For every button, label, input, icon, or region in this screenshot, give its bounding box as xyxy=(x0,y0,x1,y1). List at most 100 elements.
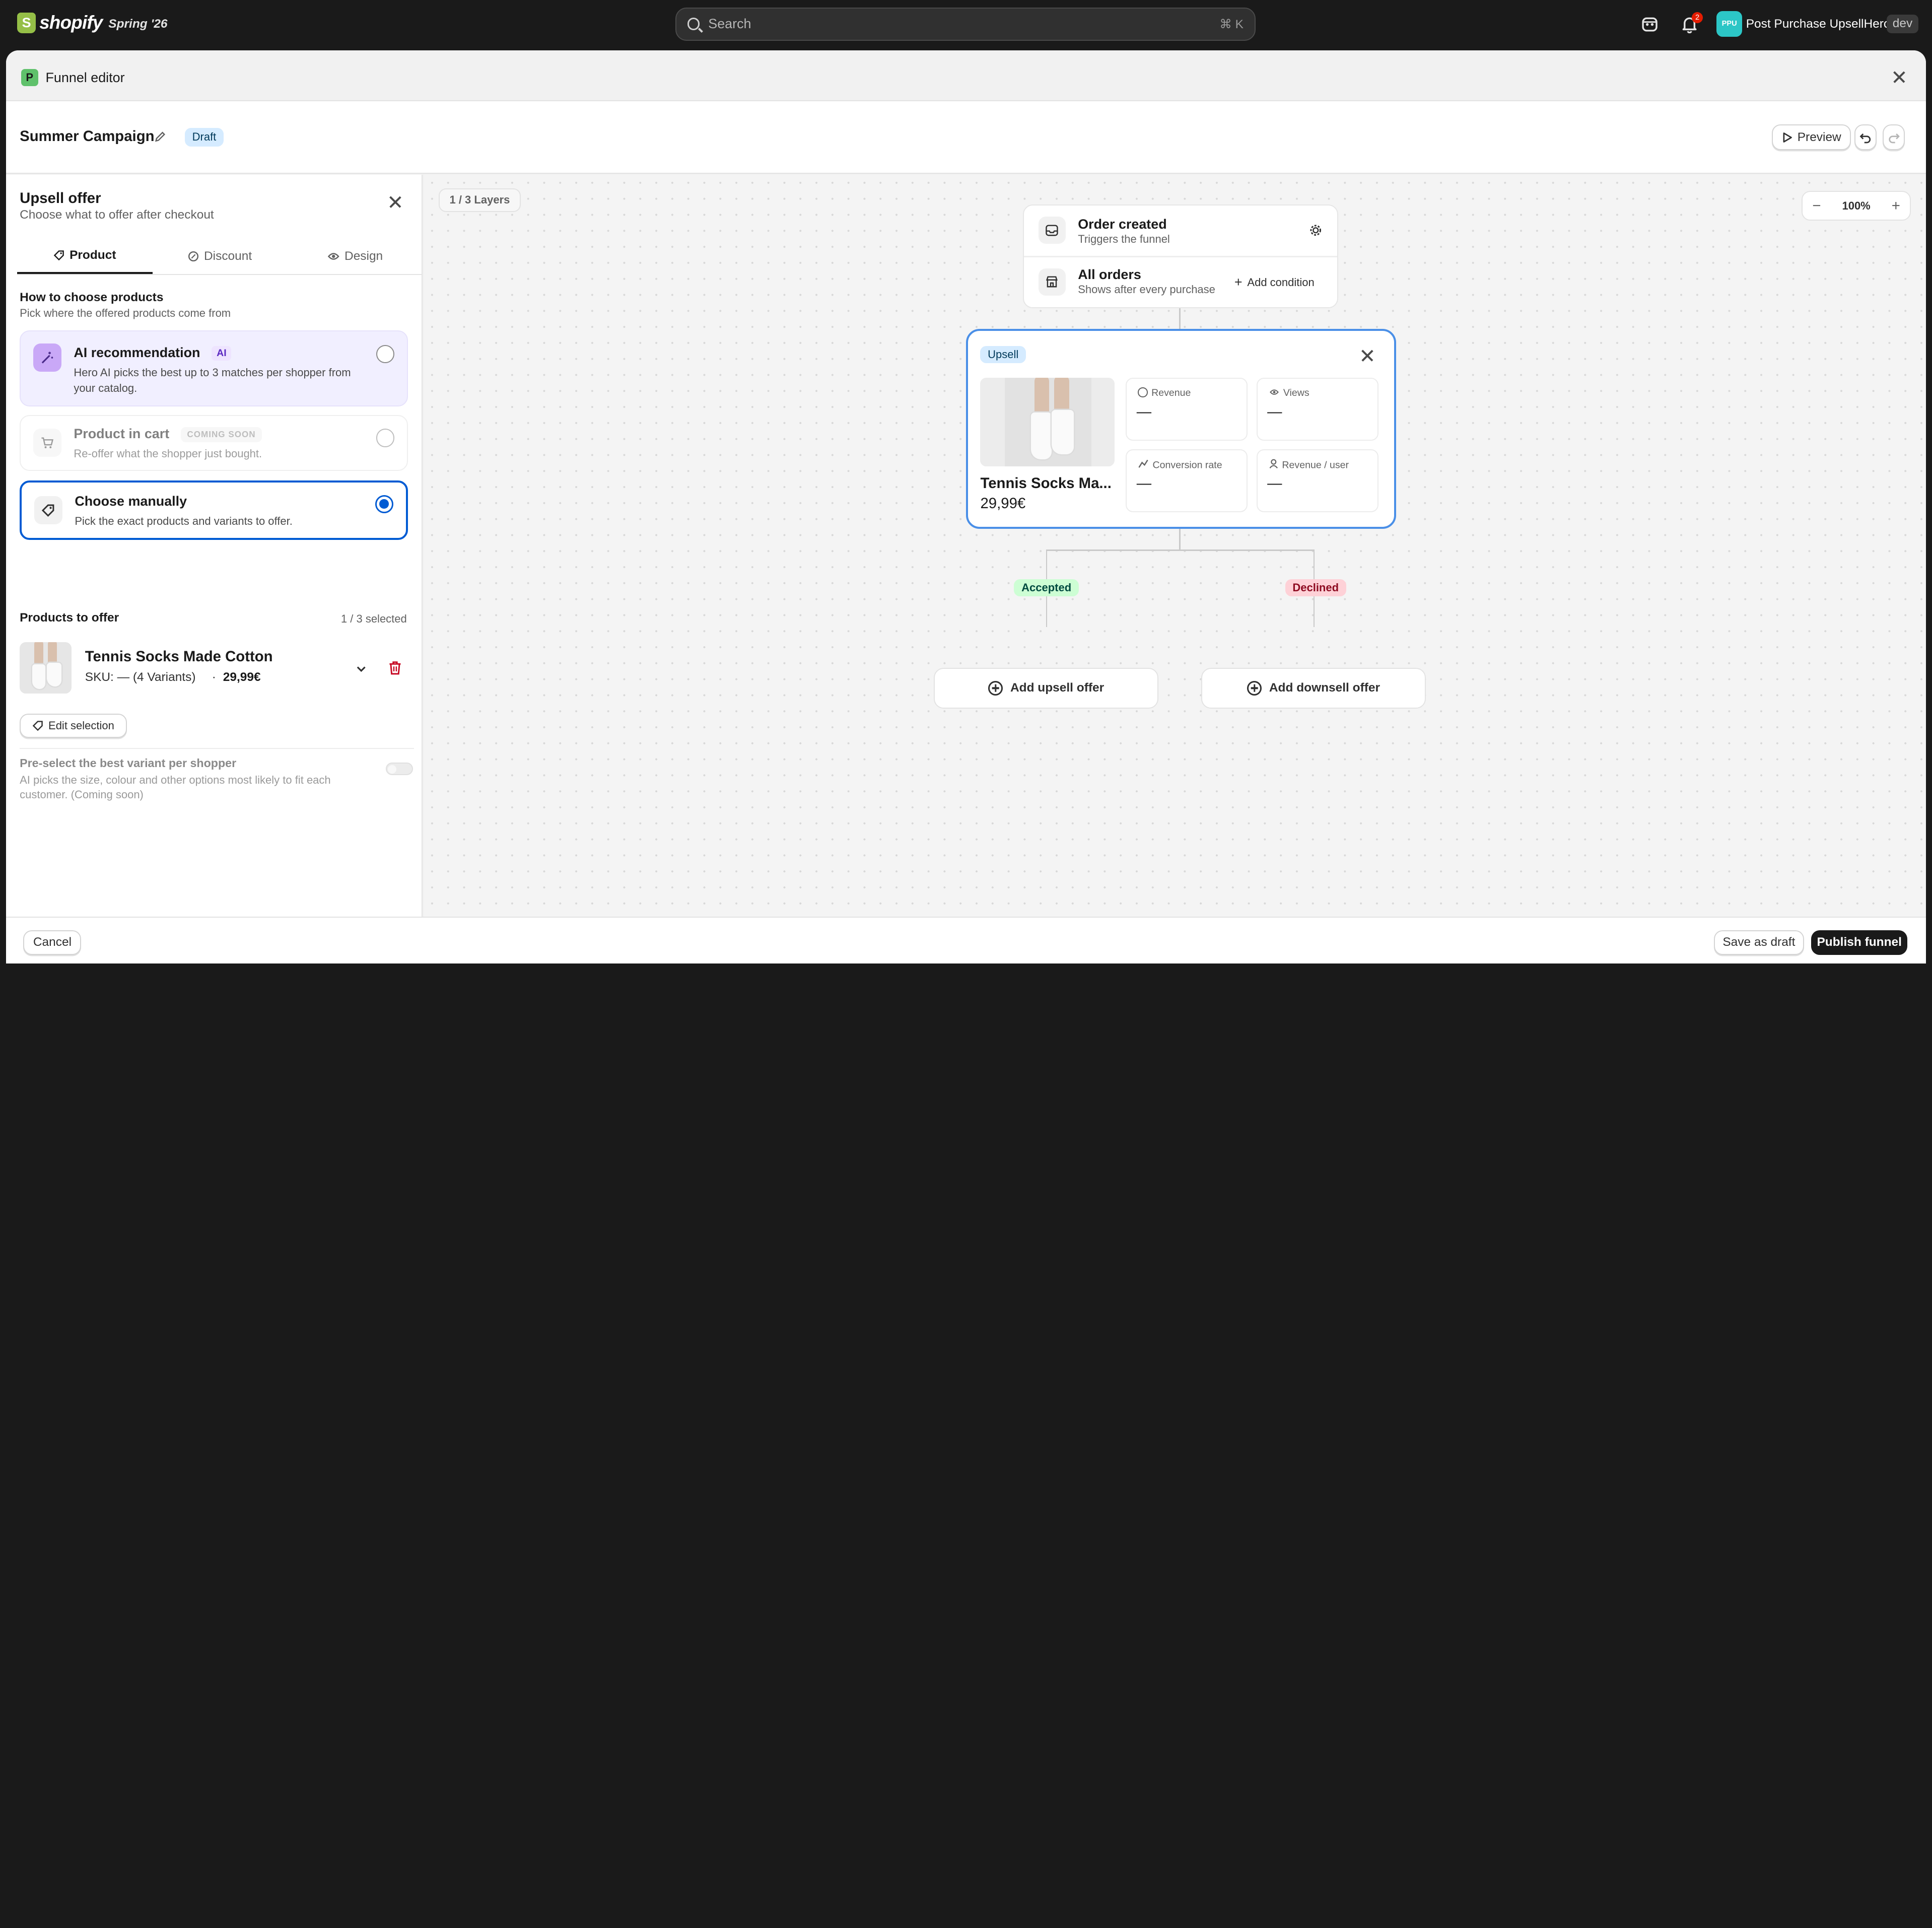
trash-icon[interactable] xyxy=(388,660,402,675)
preview-button[interactable]: Preview xyxy=(1772,124,1851,151)
notification-count: 2 xyxy=(1692,12,1703,24)
tab-design[interactable]: Design xyxy=(288,239,423,274)
product-price: 29,99€ xyxy=(223,670,261,684)
store-avatar[interactable]: PPU xyxy=(1716,11,1743,37)
discount-icon xyxy=(188,251,199,262)
shopify-bag-icon xyxy=(17,12,36,34)
stat-views-value: — xyxy=(1267,403,1282,421)
upsell-product-name: Tennis Socks Ma... xyxy=(980,475,1112,492)
undo-icon xyxy=(1859,133,1871,143)
stat-views: Views — xyxy=(1256,378,1378,441)
divider xyxy=(20,748,414,749)
zoom-level: 100% xyxy=(1842,199,1871,212)
funnel-editor-modal: P Funnel editor Summer Campaign Draft Pr… xyxy=(6,50,1926,964)
panel-tabs: Product Discount Design xyxy=(17,239,423,275)
redo-button[interactable] xyxy=(1883,124,1905,151)
plus-circle-icon xyxy=(988,680,1003,696)
option-ai-recommendation[interactable]: AI recommendation AI Hero AI picks the b… xyxy=(20,330,408,407)
tag-icon xyxy=(53,250,64,261)
stat-revenue: Revenue — xyxy=(1126,378,1248,441)
option-manual-title: Choose manually xyxy=(75,494,187,509)
products-heading: Products to offer xyxy=(20,611,119,625)
user-icon xyxy=(1269,459,1278,469)
editor-titlebar xyxy=(6,101,1926,174)
preselect-toggle xyxy=(385,763,413,775)
close-panel-icon[interactable] xyxy=(389,196,401,208)
add-downsell-offer-button[interactable]: Add downsell offer xyxy=(1201,667,1426,709)
choose-heading: How to choose products xyxy=(20,291,164,305)
layers-indicator[interactable]: 1 / 3 Layers xyxy=(438,188,521,212)
condition-subtitle: Shows after every purchase xyxy=(1078,283,1215,296)
logo-text: shopify xyxy=(39,12,103,33)
status-badge: Draft xyxy=(184,128,224,147)
gear-icon[interactable] xyxy=(1309,224,1322,236)
stat-conversion-rate: Conversion rate — xyxy=(1126,449,1248,512)
coming-soon-badge: COMING SOON xyxy=(181,427,262,442)
preselect-desc: AI picks the size, colour and other opti… xyxy=(20,773,331,801)
option-ai-radio[interactable] xyxy=(376,345,395,364)
eye-icon xyxy=(327,253,339,260)
upsell-node-card[interactable]: Upsell Tennis Socks Ma... 29,99€ Revenue… xyxy=(966,329,1396,529)
upsell-product-price: 29,99€ xyxy=(980,495,1026,512)
campaign-name: Summer Campaign xyxy=(20,128,155,145)
separator-dot: · xyxy=(212,670,216,684)
option-ai-desc: Hero AI picks the best up to 3 matches p… xyxy=(74,366,351,395)
choose-subtitle: Pick where the offered products come fro… xyxy=(20,307,231,320)
panel-title: Upsell offer xyxy=(20,189,101,206)
chevron-down-icon[interactable] xyxy=(355,663,367,675)
connector-line xyxy=(1179,308,1181,329)
funnel-canvas[interactable]: 1 / 3 Layers − 100% + Order created Trig… xyxy=(424,175,1926,917)
card-divider xyxy=(1023,256,1337,257)
cancel-label: Cancel xyxy=(33,935,72,949)
add-upsell-offer-button[interactable]: Add upsell offer xyxy=(934,667,1158,709)
trigger-card[interactable]: Order created Triggers the funnel All or… xyxy=(1022,204,1338,308)
edit-selection-label: Edit selection xyxy=(48,719,114,732)
option-cart-desc: Re-offer what the shopper just bought. xyxy=(74,447,262,460)
inbox-icon xyxy=(1038,217,1066,244)
close-icon[interactable] xyxy=(1893,70,1906,84)
cancel-button[interactable]: Cancel xyxy=(23,930,82,955)
app-logo-icon: P xyxy=(21,68,38,87)
stat-rpu-value: — xyxy=(1267,474,1282,492)
edit-pencil-icon[interactable] xyxy=(154,130,166,143)
sidekick-icon[interactable] xyxy=(1640,15,1660,34)
add-condition-button[interactable]: + Add condition xyxy=(1234,274,1315,290)
option-cart-radio xyxy=(376,428,395,447)
edit-selection-button[interactable]: Edit selection xyxy=(20,713,127,738)
search-shortcut: ⌘ K xyxy=(1219,17,1244,31)
stat-views-label: Views xyxy=(1269,387,1309,399)
modal-footer: Cancel Save as draft Publish funnel xyxy=(6,917,1926,964)
option-manual-desc: Pick the exact products and variants to … xyxy=(75,515,293,528)
store-name[interactable]: Post Purchase UpsellHero xyxy=(1746,17,1891,31)
shopify-topbar: shopify Spring '26 Search ⌘ K 2 PPU Post… xyxy=(0,0,1932,49)
publish-funnel-button[interactable]: Publish funnel xyxy=(1811,930,1908,955)
save-draft-button[interactable]: Save as draft xyxy=(1714,930,1804,955)
zoom-in-button[interactable]: + xyxy=(1892,197,1900,215)
undo-button[interactable] xyxy=(1854,124,1877,151)
upsell-product-image xyxy=(980,378,1115,467)
tab-product[interactable]: Product xyxy=(17,239,153,274)
remove-node-icon[interactable] xyxy=(1361,350,1373,362)
tab-discount[interactable]: Discount xyxy=(153,239,288,274)
plus-icon: + xyxy=(1234,274,1243,290)
stat-conversion-label: Conversion rate xyxy=(1138,459,1222,471)
product-thumbnail xyxy=(20,642,72,694)
play-icon xyxy=(1783,132,1792,143)
store-icon xyxy=(1038,268,1066,296)
option-manual-radio[interactable] xyxy=(375,495,394,514)
add-downsell-label: Add downsell offer xyxy=(1269,681,1380,695)
product-sku: SKU: — (4 Variants) xyxy=(85,670,196,684)
search-placeholder: Search xyxy=(708,16,751,32)
modal-header: P Funnel editor xyxy=(6,50,1926,101)
tag-icon xyxy=(32,721,43,731)
option-product-in-cart: Product in cart COMING SOON Re-offer wha… xyxy=(20,415,408,471)
publish-label: Publish funnel xyxy=(1817,935,1902,949)
shopify-logo[interactable]: shopify xyxy=(17,12,103,34)
zoom-out-button[interactable]: − xyxy=(1812,197,1821,215)
option-choose-manually[interactable]: Choose manually Pick the exact products … xyxy=(20,480,408,540)
search-input[interactable]: Search ⌘ K xyxy=(675,7,1256,41)
preview-label: Preview xyxy=(1797,130,1841,144)
tab-product-label: Product xyxy=(70,248,116,262)
modal-title: Funnel editor xyxy=(45,70,125,86)
eye-icon xyxy=(1269,389,1279,395)
